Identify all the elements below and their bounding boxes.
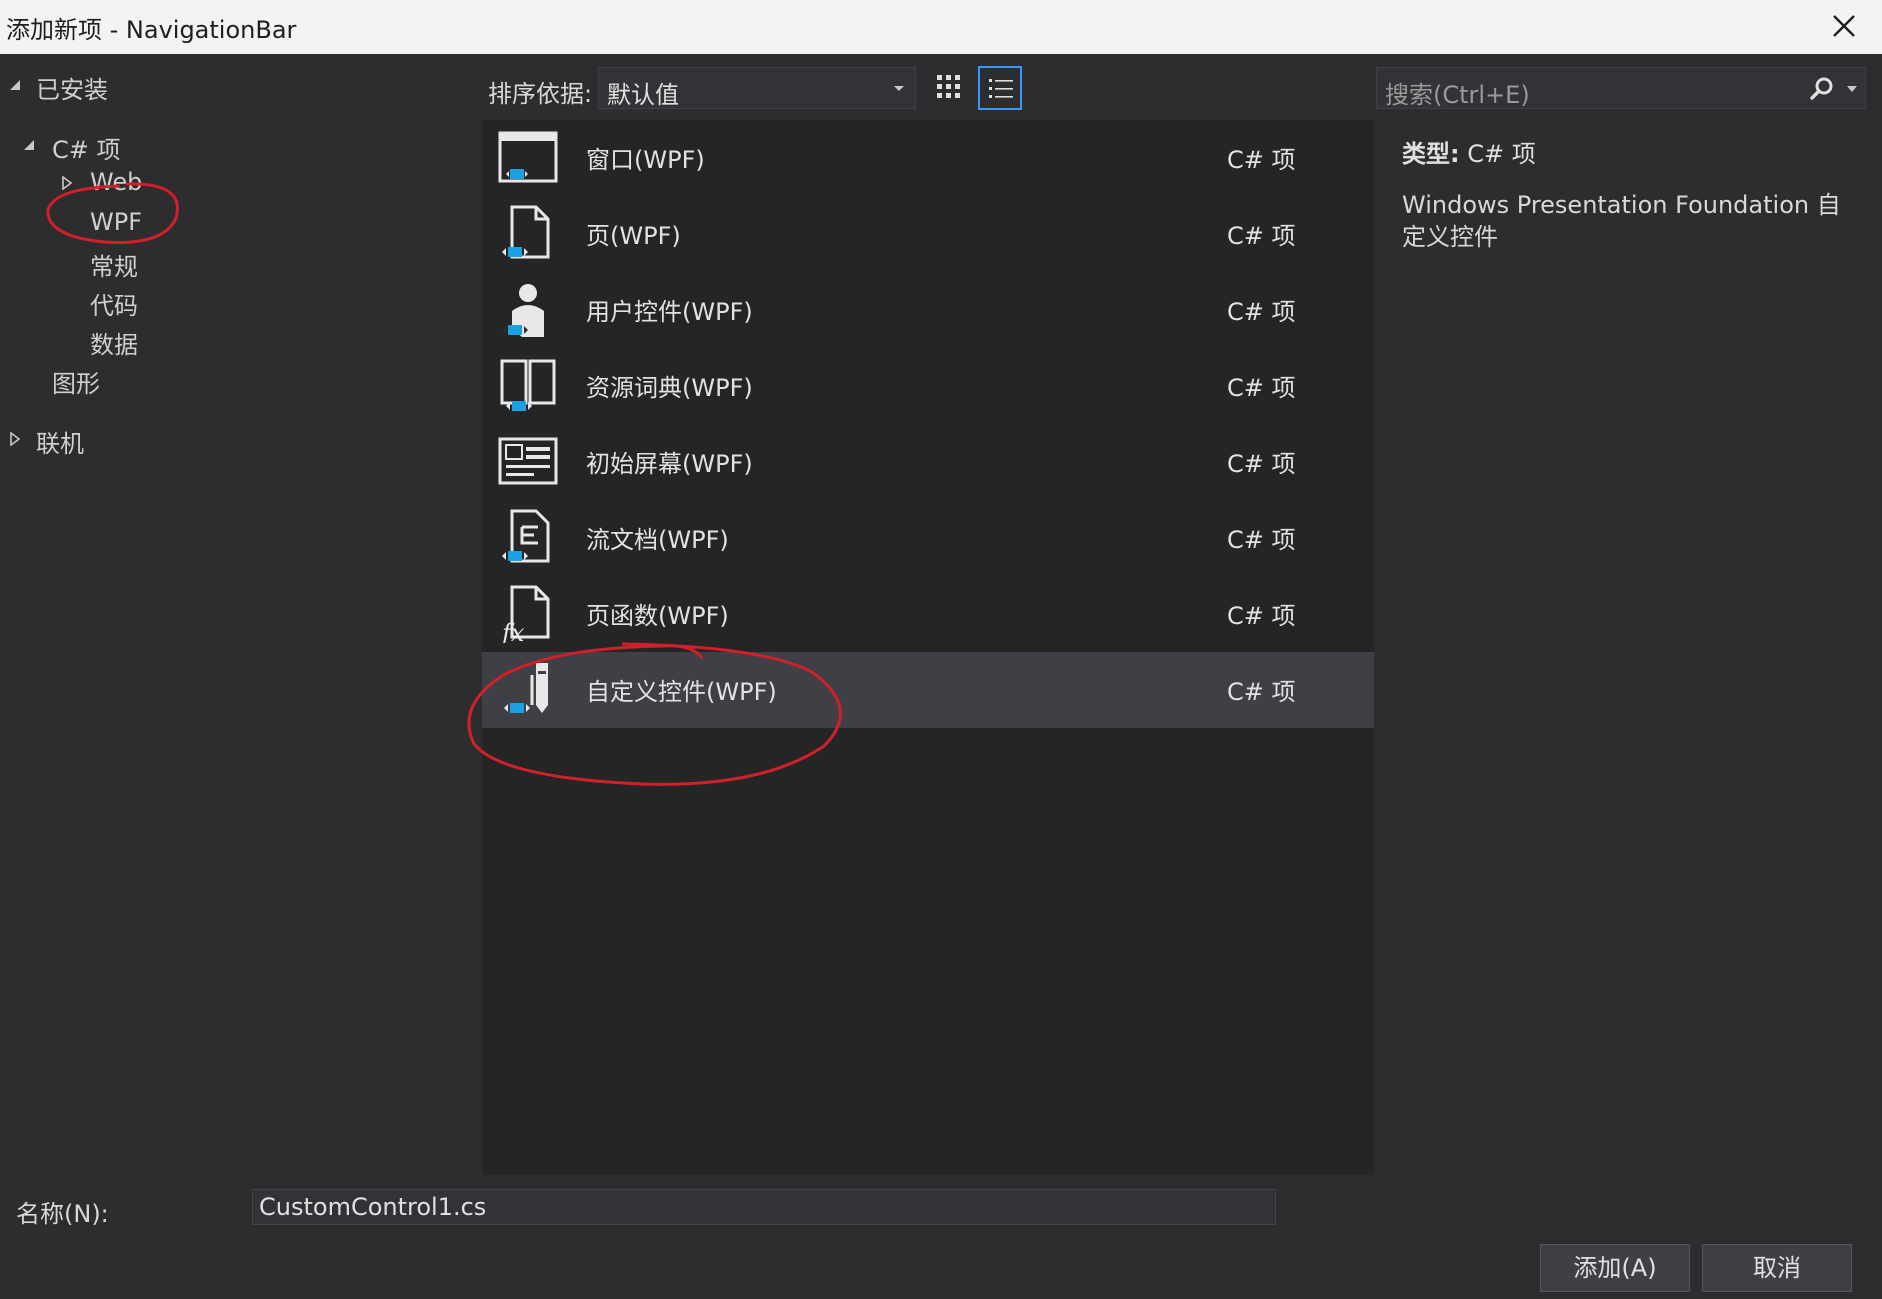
add-button[interactable]: 添加(A) [1540,1244,1690,1292]
template-name: 页(WPF) [586,222,681,250]
svg-text:fx: fx [500,619,525,643]
close-icon[interactable] [1828,10,1860,42]
name-label: 名称(N): [16,1200,109,1228]
template-list: 窗口(WPF) C# 项 页(WPF) C# 项 用户控件(WPF) C# 项 … [482,120,1374,1175]
sort-value: 默认值 [607,81,679,109]
grid-view-icon [937,75,960,98]
tree-item-code[interactable]: 代码 [90,286,138,321]
custom-control-icon [504,663,548,713]
template-name: 用户控件(WPF) [586,298,753,326]
window-icon [498,131,558,183]
type-line: 类型: C# 项 [1402,134,1862,169]
tree-item-wpf[interactable]: WPF [90,208,142,236]
splash-screen-icon [498,437,558,485]
sort-label: 排序依据: [488,80,593,108]
template-name: 自定义控件(WPF) [586,678,777,706]
collapsed-triangle-icon[interactable] [8,432,22,446]
template-row[interactable]: 页(WPF) C# 项 [482,196,1374,272]
template-language: C# 项 [1227,146,1296,174]
tree-item-online[interactable]: 联机 [36,424,84,459]
template-name: 页函数(WPF) [586,602,729,630]
template-language: C# 项 [1227,222,1296,250]
search-icon[interactable] [1809,76,1835,102]
page-function-icon: fx [500,585,550,643]
page-icon [502,205,550,259]
user-control-icon [502,284,544,337]
tree-item-graphics[interactable]: 图形 [52,364,100,399]
list-view-icon [989,79,1013,98]
description: Windows Presentation Foundation 自定义控件 [1402,191,1841,251]
template-row[interactable]: 资源词典(WPF) C# 项 [482,348,1374,424]
template-name: 窗口(WPF) [586,146,705,174]
chevron-down-icon[interactable] [1845,82,1859,96]
tree-item-general[interactable]: 常规 [90,247,138,282]
template-row[interactable]: 窗口(WPF) C# 项 [482,120,1374,196]
template-name: 初始屏幕(WPF) [586,450,753,478]
expanded-triangle-icon[interactable] [8,78,22,92]
cancel-button[interactable]: 取消 [1702,1244,1852,1292]
expanded-triangle-icon[interactable] [22,138,36,152]
name-input[interactable] [252,1189,1276,1225]
tree-item-web[interactable]: Web [90,168,142,196]
template-row[interactable]: 用户控件(WPF) C# 项 [482,272,1374,348]
search-placeholder: 搜索(Ctrl+E) [1385,81,1530,109]
template-row-selected[interactable]: 自定义控件(WPF) C# 项 [482,652,1374,728]
template-language: C# 项 [1227,450,1296,478]
category-tree: 已安装 C# 项 Web WPF 常规 代码 数据 图形 联机 [0,54,480,1174]
template-row[interactable]: fx 页函数(WPF) C# 项 [482,576,1374,652]
template-name: 流文档(WPF) [586,526,729,554]
grid-view-button[interactable] [928,66,972,110]
template-name: 资源词典(WPF) [586,374,753,402]
tree-item-installed[interactable]: 已安装 [36,70,108,105]
window-title: 添加新项 - NavigationBar [6,16,297,44]
resource-dictionary-icon [500,359,556,411]
search-box[interactable]: 搜索(Ctrl+E) [1376,67,1866,109]
chevron-down-icon [894,86,904,91]
template-language: C# 项 [1227,602,1296,630]
template-row[interactable]: 初始屏幕(WPF) C# 项 [482,424,1374,500]
details-panel: 类型: C# 项 Windows Presentation Foundation… [1402,134,1862,253]
list-view-button[interactable] [978,66,1022,110]
template-language: C# 项 [1227,374,1296,402]
sort-dropdown[interactable]: 默认值 [598,67,916,109]
flow-document-icon [502,509,550,563]
template-row[interactable]: 流文档(WPF) C# 项 [482,500,1374,576]
collapsed-triangle-icon[interactable] [60,176,74,190]
type-value: C# 项 [1467,140,1536,168]
tree-item-data[interactable]: 数据 [90,325,138,360]
template-language: C# 项 [1227,298,1296,326]
template-language: C# 项 [1227,678,1296,706]
title-bar: 添加新项 - NavigationBar [0,0,1882,54]
template-language: C# 项 [1227,526,1296,554]
tree-item-csharp[interactable]: C# 项 [52,130,121,165]
type-label: 类型: [1402,140,1460,168]
